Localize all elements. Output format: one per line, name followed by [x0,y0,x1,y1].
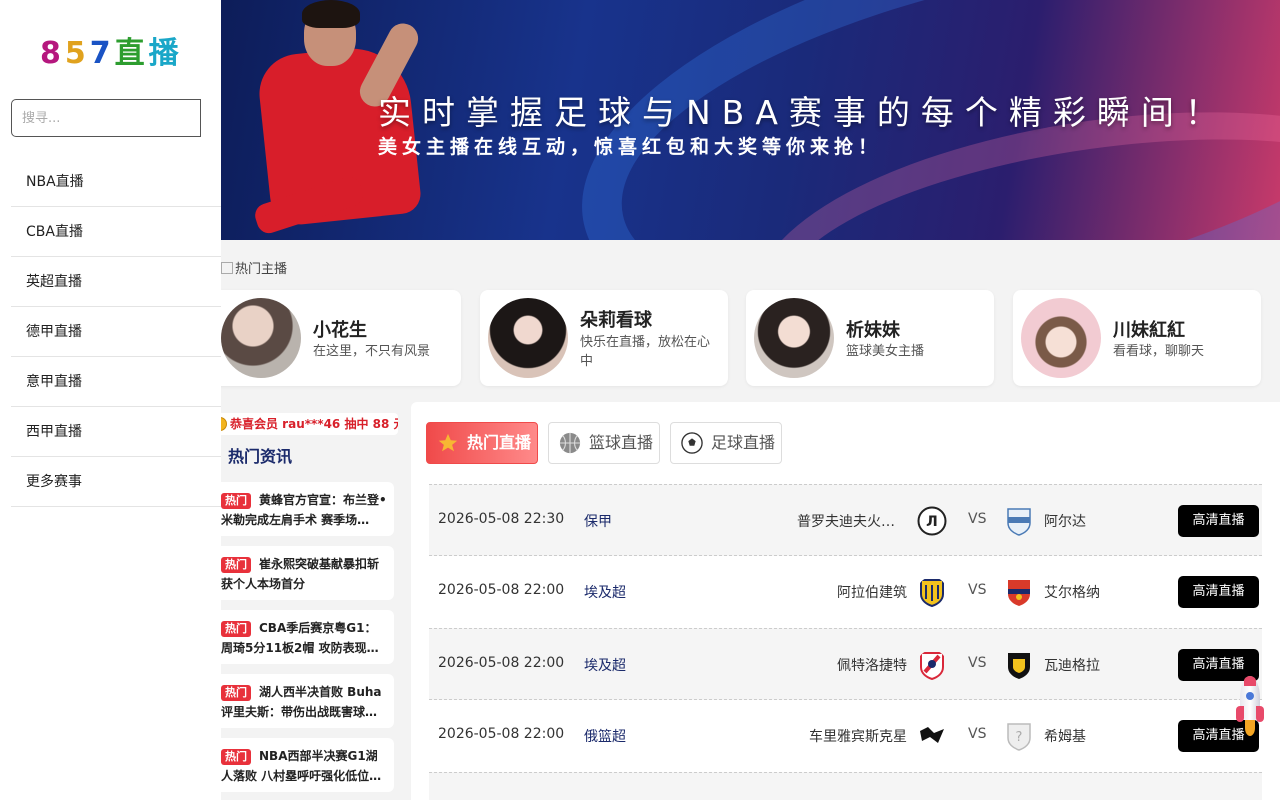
tab-label: 足球直播 [711,433,776,452]
hot-anchors-title-text: 热门主播 [235,262,288,277]
home-team-logo-icon [920,652,944,680]
away-team: 阿尔达 [1044,514,1086,530]
hd-live-button[interactable]: 高清直播 [1178,505,1259,537]
anchor-desc: 看看球，聊聊天 [1113,344,1205,359]
sidebar-item-la-liga[interactable]: 西甲直播 [11,407,221,457]
back-to-top-rocket-icon[interactable] [1236,676,1264,736]
svg-text:?: ? [1016,730,1023,745]
soccer-ball-icon [681,432,703,454]
vs-label: VS [968,655,987,671]
news-item[interactable]: 热门 崔永熙突破基献暴扣斩获个人本场首分 [221,546,394,600]
tab-basketball-live[interactable]: 篮球直播 [548,422,660,464]
away-team: 希姆基 [1044,729,1086,745]
away-team-logo-icon [1007,508,1031,536]
sidebar-nav: NBA直播 CBA直播 英超直播 德甲直播 意甲直播 西甲直播 更多赛事 [11,157,221,507]
anchor-name: 川妹紅紅 [1113,320,1185,341]
home-team: 佩特洛捷特 [837,658,907,674]
avatar [488,298,568,378]
avatar [1021,298,1101,378]
sidebar-item-more[interactable]: 更多赛事 [11,457,221,507]
sidebar-item-bundesliga[interactable]: 德甲直播 [11,307,221,357]
sidebar: 857直播 NBA直播 CBA直播 英超直播 德甲直播 意甲直播 西甲直播 更多… [0,0,221,800]
anchor-name: 小花生 [313,320,367,341]
home-team: 阿拉伯建筑 [837,585,907,601]
hot-tag: 热门 [221,621,251,637]
sidebar-item-nba[interactable]: NBA直播 [11,157,221,207]
match-time: 2026-05-08 22:00 [438,582,565,598]
anchor-desc: 快乐在直播，放松在心中 [580,335,711,369]
sidebar-item-serie-a[interactable]: 意甲直播 [11,357,221,407]
logo-text: 播 [148,36,183,71]
anchor-card[interactable]: 析妹妹 篮球美女主播 [746,290,994,386]
match-time: 2026-05-08 22:00 [438,655,565,671]
match-row: 2026-05-08 22:00 俄篮超 车里雅宾斯克星 VS ? 希姆基 高清… [429,700,1262,772]
news-item[interactable]: 热门 黄蜂官方官宣：布兰登•米勒完成左肩手术 赛季场… [221,482,394,536]
winner-ticker: 恭喜会员 rau***46 抽中 88 元 [210,413,398,435]
match-row: 2026-05-08 22:00 埃及超 佩特洛捷特 VS 瓦迪格拉 高清直播 [429,628,1262,700]
hd-live-button[interactable]: 高清直播 [1178,576,1259,608]
match-league[interactable]: 俄篮超 [584,726,626,746]
home-team-logo-icon [920,727,944,743]
news-section-title: 热门资讯 [212,446,292,468]
tab-football-live[interactable]: 足球直播 [670,422,782,464]
vs-label: VS [968,726,987,742]
away-team-logo-icon [1008,653,1030,679]
star-icon [438,433,458,452]
basketball-icon [559,432,581,454]
match-time: 2026-05-08 22:30 [438,511,565,527]
news-item[interactable]: 热门 CBA季后赛京粤G1：周琦5分11板2帽 攻防表现… [221,610,394,664]
hot-tag: 热门 [221,557,251,573]
news-item[interactable]: 热门 NBA西部半决赛G1湖人落败 八村塁呼吁强化低位… [221,738,394,792]
vs-label: VS [968,511,987,527]
vs-label: VS [968,582,987,598]
sidebar-item-cba[interactable]: CBA直播 [11,207,221,257]
match-league[interactable]: 埃及超 [584,582,626,602]
match-row: 2026-05-08 22:00 埃及超 阿拉伯建筑 VS 艾尔格纳 高清直播 [429,556,1262,628]
ticker-text: 恭喜会员 rau***46 抽中 88 元 [230,417,398,431]
logo-digit: 5 [64,36,90,71]
home-team-logo-icon: Л [917,506,947,536]
logo-digit: 7 [89,36,115,71]
banner-subline: 美女主播在线互动，惊喜红包和大奖等你来抢！ [378,136,883,158]
home-team: 车里雅宾斯克星 [809,729,907,745]
hot-tag: 热门 [221,685,251,701]
away-team: 瓦迪格拉 [1044,658,1100,674]
news-item[interactable]: 热门 湖人西半决首败 Buha评里夫斯：带伤出战既害球… [221,674,394,728]
away-team-logo-icon: ? [1007,723,1031,751]
logo-digit: 8 [40,36,65,71]
avatar [754,298,834,378]
away-team-logo-icon [1008,580,1030,606]
anchor-card[interactable]: 朵莉看球 快乐在直播，放松在心中 [480,290,728,386]
match-league[interactable]: 保甲 [584,511,612,531]
match-list-panel: 热门直播 篮球直播 足球直播 2026-05-08 22:30 保甲 普罗夫迪夫… [411,402,1280,800]
anchor-name: 朵莉看球 [580,310,652,331]
tab-label: 热门直播 [467,433,532,452]
avatar [221,298,301,378]
anchor-desc: 篮球美女主播 [846,344,925,359]
broken-image-icon [221,262,233,274]
match-row: 2026-05-08 22:30 保甲 普罗夫迪夫火车头 Л VS 阿尔达 高清… [429,484,1262,556]
search-input[interactable] [11,99,201,137]
banner-headline: 实时掌握足球与NBA赛事的每个精彩瞬间！ [378,93,1229,132]
hero-banner[interactable]: 实时掌握足球与NBA赛事的每个精彩瞬间！ 美女主播在线互动，惊喜红包和大奖等你来… [194,0,1280,240]
tab-label: 篮球直播 [589,433,654,452]
logo-text: 直 [114,36,149,71]
match-time: 2026-05-08 22:00 [438,726,565,742]
match-row-partial [429,772,1262,800]
tab-hot-live[interactable]: 热门直播 [426,422,538,464]
home-team-logo-icon [920,579,944,607]
sidebar-item-premier-league[interactable]: 英超直播 [11,257,221,307]
anchor-desc: 在这里，不只有风景 [313,344,431,359]
svg-text:Л: Л [926,514,938,530]
away-team: 艾尔格纳 [1044,585,1100,601]
anchor-card[interactable]: 川妹紅紅 看看球，聊聊天 [1013,290,1261,386]
home-team: 普罗夫迪夫火车头 [797,514,907,530]
match-league[interactable]: 埃及超 [584,655,626,675]
hot-tag: 热门 [221,749,251,765]
anchor-card[interactable]: 小花生 在这里，不只有风景 [213,290,461,386]
hot-tag: 热门 [221,493,251,509]
site-logo[interactable]: 857直播 [40,28,183,71]
hot-anchors-title: 热门主播 [221,258,287,277]
anchor-name: 析妹妹 [846,320,900,341]
